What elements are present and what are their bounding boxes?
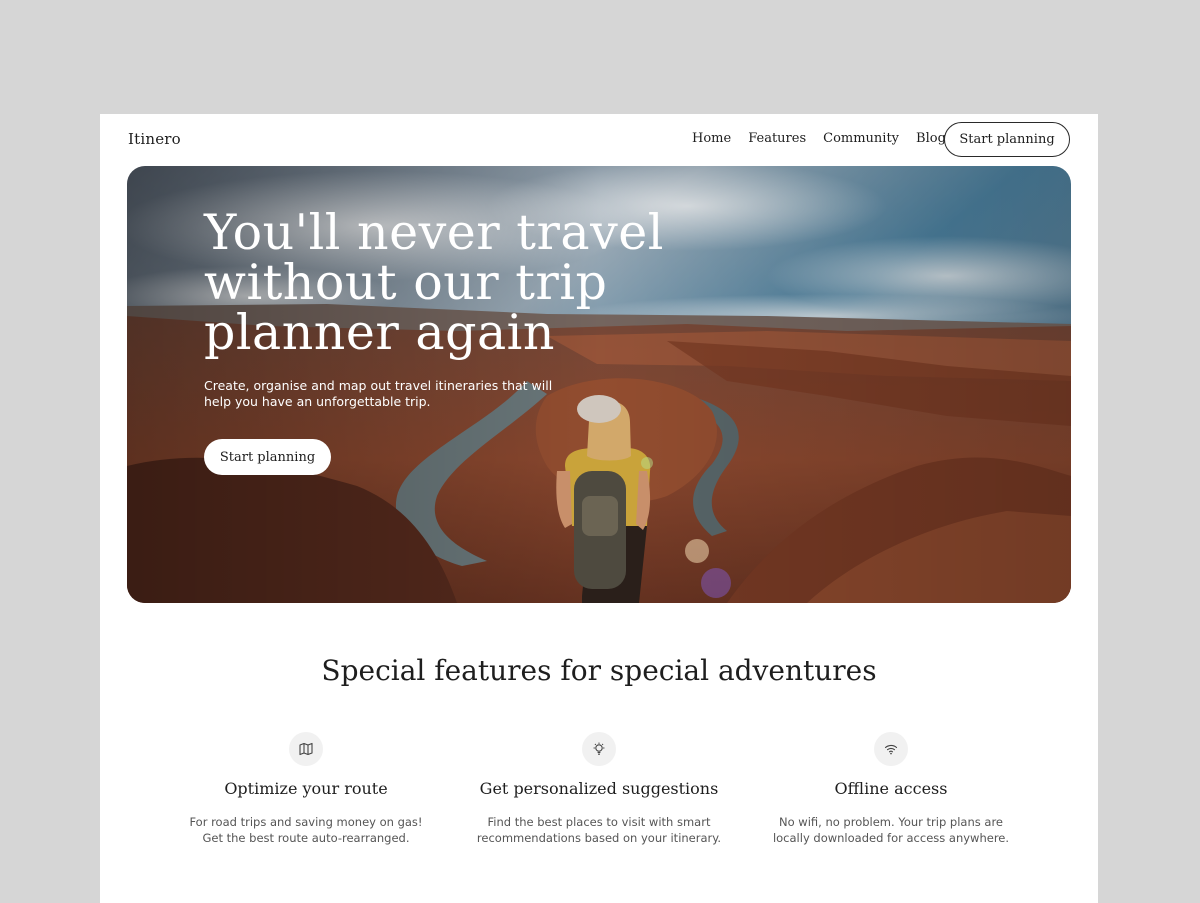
lightbulb-icon: [582, 732, 616, 766]
feature-description: For road trips and saving money on gas! …: [189, 815, 423, 845]
hero-start-planning-button[interactable]: Start planning: [204, 439, 331, 475]
hero-title-line-2: without our trip: [204, 254, 608, 311]
map-icon: [289, 732, 323, 766]
main-nav: Home Features Community Blog: [692, 131, 946, 146]
feature-personalized-suggestions: Get personalized suggestions Find the be…: [454, 732, 744, 846]
feature-title: Get personalized suggestions: [479, 779, 719, 798]
nav-link-features[interactable]: Features: [748, 131, 806, 146]
feature-title: Offline access: [834, 779, 948, 798]
features-heading: Special features for special adventures: [321, 654, 877, 687]
nav-link-community[interactable]: Community: [823, 131, 899, 146]
logo[interactable]: Itinero: [128, 130, 181, 148]
hero-banner: You'll never travel without our trip plann…: [127, 166, 1071, 603]
feature-offline-access: Offline access No wifi, no problem. Your…: [746, 732, 1036, 846]
nav-start-planning-button[interactable]: Start planning: [944, 122, 1070, 157]
feature-title: Optimize your route: [224, 779, 388, 798]
wifi-icon: [874, 732, 908, 766]
hero-title: You'll never travel without our trip plann…: [204, 208, 764, 358]
nav-link-blog[interactable]: Blog: [916, 131, 946, 146]
feature-optimize-route: Optimize your route For road trips and s…: [161, 732, 451, 846]
landing-page: Itinero Home Features Community Blog Sta…: [100, 114, 1098, 903]
hero-title-line-3: planner again: [204, 304, 555, 361]
hero-subtitle: Create, organise and map out travel itin…: [204, 378, 553, 409]
nav-link-home[interactable]: Home: [692, 131, 731, 146]
feature-description: Find the best places to visit with smart…: [476, 815, 722, 845]
hero-title-line-1: You'll never travel: [204, 204, 664, 261]
feature-description: No wifi, no problem. Your trip plans are…: [772, 815, 1010, 845]
